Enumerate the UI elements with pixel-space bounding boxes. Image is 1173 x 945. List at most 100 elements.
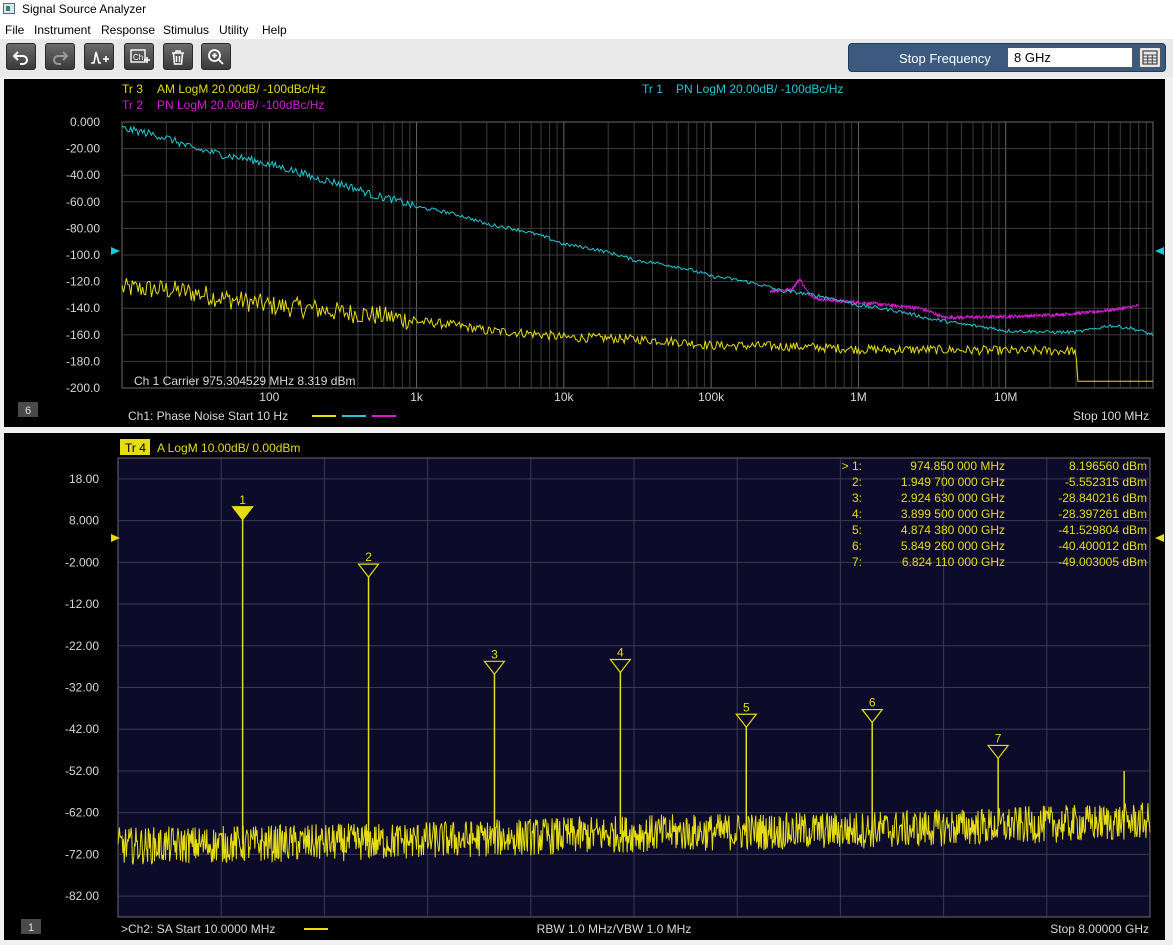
trace-text-tr4[interactable]: A LogM 10.00dB/ 0.00dBm bbox=[157, 441, 300, 455]
trace-text-tr3[interactable]: AM LogM 20.00dB/ -100dBc/Hz bbox=[157, 82, 326, 96]
phase-noise-y-tick-label: -80.00 bbox=[66, 221, 100, 235]
marker-table-value: -28.840216 dBm bbox=[1058, 491, 1147, 505]
phase-noise-traces bbox=[121, 125, 1154, 382]
phase-noise-y-tick-label: -60.00 bbox=[66, 195, 100, 209]
delete-button[interactable] bbox=[163, 43, 193, 70]
keypad-icon bbox=[1142, 50, 1158, 65]
spectrum-y-axis: 18.00 8.000 -2.000 -12.00 -22.00 -32.00 -42.00… bbox=[65, 472, 99, 903]
phase-noise-y-tick-label: -180.0 bbox=[66, 354, 100, 368]
marker-table-value: -49.003005 dBm bbox=[1058, 555, 1147, 569]
title-bar: Signal Source Analyzer bbox=[0, 0, 1173, 19]
marker-table-index: 7: bbox=[852, 555, 862, 569]
stop-frequency-panel: Stop Frequency bbox=[848, 43, 1166, 72]
marker-7-label: 7 bbox=[995, 731, 1002, 745]
trace-label-tr2[interactable]: Tr 2 bbox=[122, 98, 143, 112]
menu-file[interactable]: File bbox=[5, 23, 24, 37]
marker-table-value: -41.529804 dBm bbox=[1058, 523, 1147, 537]
carrier-readout: Ch 1 Carrier 975.304529 MHz 8.319 dBm bbox=[134, 374, 355, 388]
marker-add-button[interactable] bbox=[84, 43, 114, 70]
keypad-button[interactable] bbox=[1139, 47, 1161, 68]
menu-help[interactable]: Help bbox=[262, 23, 287, 37]
trace-text-tr2[interactable]: PN LogM 20.00dB/ -100dBc/Hz bbox=[157, 98, 324, 112]
phase-noise-window[interactable]: 0.000 -20.00 -40.00 -60.00 -80.00 -100.0 -120.… bbox=[4, 79, 1165, 427]
phase-noise-y-axis: 0.000 -20.00 -40.00 -60.00 -80.00 -100.0 -120.… bbox=[66, 115, 100, 395]
zoom-button[interactable] bbox=[201, 43, 231, 70]
phase-noise-y-tick-label: -140.0 bbox=[66, 301, 100, 315]
marker-table-value: 8.196560 dBm bbox=[1069, 459, 1147, 473]
spectrum-y-tick-label: -22.00 bbox=[65, 639, 99, 653]
redo-icon bbox=[53, 51, 69, 65]
marker-table-index: 6: bbox=[852, 539, 862, 553]
marker-table-frequency: 2.924 630 000 GHz bbox=[901, 491, 1005, 505]
reference-level-arrow-right[interactable] bbox=[1155, 534, 1164, 542]
spectrum-window[interactable]: 18.00 8.000 -2.000 -12.00 -22.00 -32.00 -42.00… bbox=[4, 433, 1165, 940]
stop-frequency-input[interactable] bbox=[1007, 47, 1133, 68]
reference-level-arrow-left[interactable] bbox=[111, 247, 120, 255]
phase-noise-y-tick-label: -200.0 bbox=[66, 381, 100, 395]
phase-noise-plot[interactable]: 0.000 -20.00 -40.00 -60.00 -80.00 -100.0 -120.… bbox=[4, 79, 1165, 427]
spectrum-y-tick-label: -42.00 bbox=[65, 722, 99, 736]
marker-table-frequency: 4.874 380 000 GHz bbox=[901, 523, 1005, 537]
trace-text-tr1[interactable]: PN LogM 20.00dB/ -100dBc/Hz bbox=[676, 82, 843, 96]
phase-noise-stop[interactable]: Stop 100 MHz bbox=[1073, 409, 1149, 423]
zoom-icon bbox=[208, 49, 224, 65]
phase-noise-start[interactable]: Ch1: Phase Noise Start 10 Hz bbox=[128, 409, 288, 423]
marker-table-frequency: 5.849 260 000 GHz bbox=[901, 539, 1005, 553]
svg-text:Ch: Ch bbox=[133, 53, 143, 62]
marker-table-frequency: 1.949 700 000 GHz bbox=[901, 475, 1005, 489]
window-number: 6 bbox=[25, 405, 31, 417]
redo-button[interactable] bbox=[45, 43, 75, 70]
phase-noise-x-tick-label: 10k bbox=[554, 390, 574, 404]
trace-label-tr4: Tr 4 bbox=[125, 441, 146, 455]
menu-stimulus[interactable]: Stimulus bbox=[163, 23, 209, 37]
menu-response[interactable]: Response bbox=[101, 23, 155, 37]
spectrum-y-tick-label: -52.00 bbox=[65, 764, 99, 778]
menu-instrument[interactable]: Instrument bbox=[34, 23, 91, 37]
marker-table-index: 4: bbox=[852, 507, 862, 521]
trace-label-tr1[interactable]: Tr 1 bbox=[642, 82, 663, 96]
marker-1-label: 1 bbox=[239, 493, 246, 507]
window-title: Signal Source Analyzer bbox=[22, 2, 147, 16]
spectrum-y-tick-label: -82.00 bbox=[65, 889, 99, 903]
reference-level-arrow-right[interactable] bbox=[1155, 247, 1164, 255]
undo-button[interactable] bbox=[6, 43, 36, 70]
spectrum-start[interactable]: >Ch2: SA Start 10.0000 MHz bbox=[121, 922, 275, 936]
phase-noise-y-tick-label: -40.00 bbox=[66, 168, 100, 182]
trace-tr2-line bbox=[769, 278, 1140, 321]
marker-add-icon bbox=[91, 51, 109, 64]
marker-3-label: 3 bbox=[491, 647, 498, 661]
spectrum-stop[interactable]: Stop 8.00000 GHz bbox=[1050, 922, 1149, 936]
phase-noise-x-tick-label: 1k bbox=[410, 390, 424, 404]
stop-frequency-label: Stop Frequency bbox=[899, 51, 991, 66]
window-number: 1 bbox=[28, 922, 34, 934]
rbw-vbw-readout[interactable]: RBW 1.0 MHz/VBW 1.0 MHz bbox=[537, 922, 692, 936]
trace-label-tr3[interactable]: Tr 3 bbox=[122, 82, 143, 96]
trace-tr3-line bbox=[121, 278, 1153, 382]
marker-2-label: 2 bbox=[365, 550, 372, 564]
marker-6-label: 6 bbox=[869, 696, 876, 710]
phase-noise-x-axis: 100 1k 10k 100k 1M 10M bbox=[259, 390, 1017, 404]
spectrum-y-tick-label: -72.00 bbox=[65, 847, 99, 861]
marker-table-value: -5.552315 dBm bbox=[1065, 475, 1147, 489]
spectrum-y-tick-label: 8.000 bbox=[69, 514, 99, 528]
menu-utility[interactable]: Utility bbox=[219, 23, 248, 37]
phase-noise-y-tick-label: -100.0 bbox=[66, 248, 100, 262]
marker-table-frequency: 3.899 500 000 GHz bbox=[901, 507, 1005, 521]
phase-noise-grid bbox=[121, 121, 1154, 389]
phase-noise-y-tick-label: -160.0 bbox=[66, 328, 100, 342]
spectrum-y-tick-label: 18.00 bbox=[69, 472, 99, 486]
channel-add-button[interactable]: Ch bbox=[124, 43, 154, 70]
spectrum-y-tick-label: -62.00 bbox=[65, 806, 99, 820]
channel-add-icon: Ch bbox=[130, 49, 150, 63]
spectrum-y-tick-label: -12.00 bbox=[65, 597, 99, 611]
spectrum-plot[interactable]: 18.00 8.000 -2.000 -12.00 -22.00 -32.00 -42.00… bbox=[4, 433, 1165, 940]
marker-table-index: 5: bbox=[852, 523, 862, 537]
menu-bar: File Instrument Response Stimulus Utilit… bbox=[0, 19, 1173, 39]
phase-noise-y-tick-label: 0.000 bbox=[70, 115, 100, 129]
trace-tr1-line bbox=[121, 125, 1154, 337]
marker-5-label: 5 bbox=[743, 700, 750, 714]
phase-noise-y-tick-label: -120.0 bbox=[66, 275, 100, 289]
phase-noise-x-tick-label: 10M bbox=[994, 390, 1017, 404]
marker-4-label: 4 bbox=[617, 645, 624, 659]
marker-table-index: 3: bbox=[852, 491, 862, 505]
